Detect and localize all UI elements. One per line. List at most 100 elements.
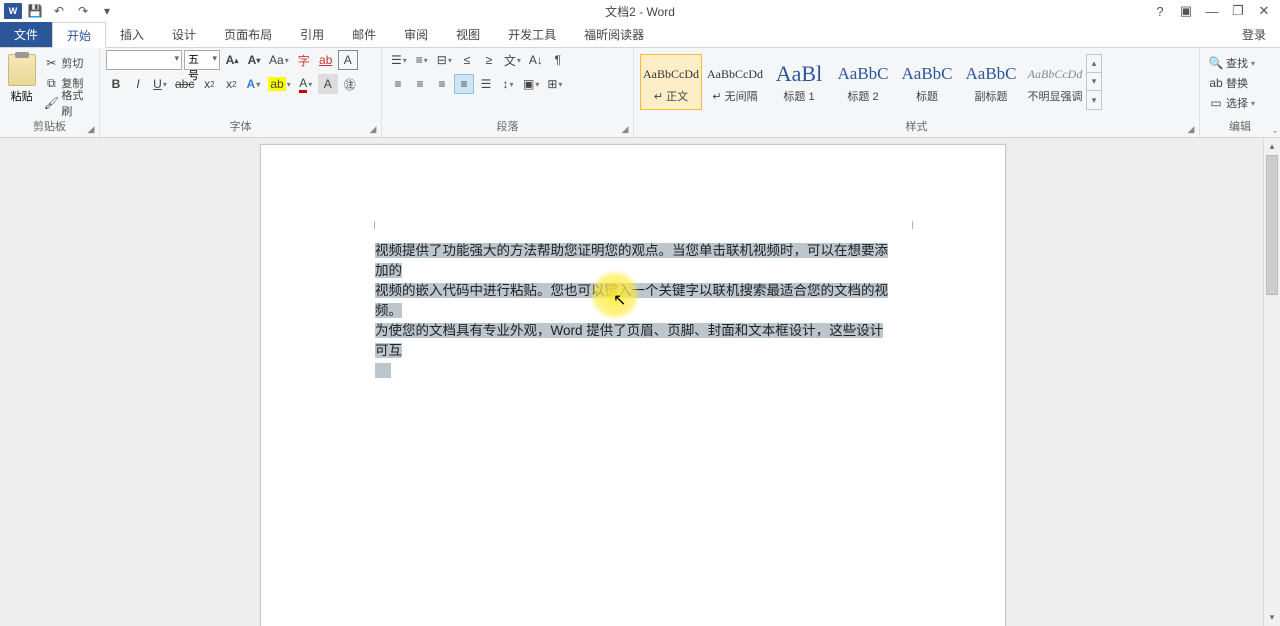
line-spacing-button[interactable]: ↕ <box>498 74 518 94</box>
cut-button[interactable]: ✂剪切 <box>41 54 93 72</box>
minimize-button[interactable]: — <box>1202 1 1222 21</box>
sort-button[interactable]: A↓ <box>526 50 546 70</box>
superscript-button[interactable]: x2 <box>221 74 241 94</box>
close-button[interactable]: ✕ <box>1254 1 1274 21</box>
find-button[interactable]: 🔍查找▾ <box>1206 54 1258 72</box>
character-border-button[interactable]: A <box>338 50 358 70</box>
style-preview: AaBbCcDd <box>707 60 763 88</box>
subscript-button[interactable]: x2 <box>199 74 219 94</box>
scroll-down-button[interactable]: ▾ <box>1264 609 1280 626</box>
vertical-scrollbar[interactable]: ▴ ▾ <box>1263 138 1280 626</box>
grow-font-button[interactable]: A▴ <box>222 50 242 70</box>
scroll-thumb[interactable] <box>1266 155 1278 295</box>
italic-button[interactable]: I <box>128 74 148 94</box>
ribbon-display-options-button[interactable]: ▣ <box>1176 1 1196 21</box>
underline-button[interactable]: U <box>150 74 170 94</box>
replace-button[interactable]: ab替换 <box>1206 74 1258 92</box>
selected-text-line2: 视频的嵌入代码中进行粘贴。您也可以键入一个关键字以联机搜索最适合您的文档的视频。 <box>375 283 888 318</box>
style-item[interactable]: AaBbC标题 2 <box>832 54 894 110</box>
paragraph-group-label: 段落 <box>388 116 627 137</box>
tab-mailings[interactable]: 邮件 <box>338 22 390 47</box>
style-item[interactable]: AaBbCcDd↵ 正文 <box>640 54 702 110</box>
font-size-combobox[interactable]: 五号 <box>184 50 220 70</box>
page[interactable]: 视频提供了功能强大的方法帮助您证明您的观点。当您单击联机视频时，可以在想要添加的… <box>260 144 1006 626</box>
cut-label: 剪切 <box>61 55 83 71</box>
find-icon: 🔍 <box>1209 56 1223 70</box>
font-color-button[interactable]: A <box>296 74 316 94</box>
document-body[interactable]: 视频提供了功能强大的方法帮助您证明您的观点。当您单击联机视频时，可以在想要添加的… <box>375 241 895 381</box>
replace-icon: ab <box>1209 76 1223 90</box>
restore-button[interactable]: ❐ <box>1228 1 1248 21</box>
scroll-up-button[interactable]: ▴ <box>1264 138 1280 155</box>
style-name: 副标题 <box>975 88 1008 104</box>
select-label: 选择 <box>1226 95 1248 111</box>
tab-foxit[interactable]: 福昕阅读器 <box>570 22 658 47</box>
distribute-button[interactable]: ☰ <box>476 74 496 94</box>
tab-developer[interactable]: 开发工具 <box>494 22 570 47</box>
styles-gallery[interactable]: AaBbCcDd↵ 正文AaBbCcDd↵ 无间隔AaBl标题 1AaBbC标题… <box>640 54 1086 110</box>
paragraph-dialog-launcher[interactable]: ◢ <box>619 123 631 135</box>
style-item[interactable]: AaBl标题 1 <box>768 54 830 110</box>
highlight-button[interactable]: ab <box>265 74 293 94</box>
align-center-button[interactable]: ≡ <box>410 74 430 94</box>
help-button[interactable]: ? <box>1150 1 1170 21</box>
ribbon: 粘贴 ✂剪切 ⧉复制 🖌格式刷 剪贴板 ◢ 五号 A▴ A▾ Aa 字 ab A <box>0 48 1280 138</box>
style-item[interactable]: AaBbCcDd不明显强调 <box>1024 54 1086 110</box>
increase-indent-button[interactable]: ≥ <box>479 50 499 70</box>
select-button[interactable]: ▭选择▾ <box>1206 94 1258 112</box>
justify-button[interactable]: ≡ <box>454 74 474 94</box>
tab-layout[interactable]: 页面布局 <box>210 22 286 47</box>
tab-references[interactable]: 引用 <box>286 22 338 47</box>
clear-formatting-button[interactable]: ab <box>316 50 336 70</box>
tab-insert[interactable]: 插入 <box>106 22 158 47</box>
login-link[interactable]: 登录 <box>1228 22 1280 47</box>
enclose-characters-button[interactable]: ㊟ <box>340 74 360 94</box>
show-marks-button[interactable]: ¶ <box>548 50 568 70</box>
borders-button[interactable]: ⊞ <box>544 74 565 94</box>
paste-button[interactable]: 粘贴 <box>6 54 37 104</box>
paste-label: 粘贴 <box>11 88 33 104</box>
redo-button[interactable]: ↷ <box>72 0 94 22</box>
styles-more-button[interactable]: ▴▾▾ <box>1086 54 1102 110</box>
margin-marker-left <box>374 221 375 229</box>
character-shading-button[interactable]: A <box>318 74 338 94</box>
tab-file[interactable]: 文件 <box>0 22 52 47</box>
paste-icon <box>8 54 36 86</box>
styles-dialog-launcher[interactable]: ◢ <box>1185 123 1197 135</box>
clipboard-dialog-launcher[interactable]: ◢ <box>85 123 97 135</box>
align-right-button[interactable]: ≡ <box>432 74 452 94</box>
undo-button[interactable]: ↶ <box>48 0 70 22</box>
text-effects-button[interactable]: A <box>243 74 263 94</box>
style-item[interactable]: AaBbCcDd↵ 无间隔 <box>704 54 766 110</box>
document-area: 视频提供了功能强大的方法帮助您证明您的观点。当您单击联机视频时，可以在想要添加的… <box>0 138 1280 626</box>
style-item[interactable]: AaBbC标题 <box>896 54 958 110</box>
tab-design[interactable]: 设计 <box>158 22 210 47</box>
asian-layout-button[interactable]: 文 <box>501 50 524 70</box>
style-name: 标题 2 <box>847 88 878 104</box>
styles-group-label: 样式 <box>640 116 1193 137</box>
tab-review[interactable]: 审阅 <box>390 22 442 47</box>
format-painter-label: 格式刷 <box>61 87 90 119</box>
tab-home[interactable]: 开始 <box>52 22 106 48</box>
font-dialog-launcher[interactable]: ◢ <box>367 123 379 135</box>
customize-qat-button[interactable]: ▾ <box>96 0 118 22</box>
tab-view[interactable]: 视图 <box>442 22 494 47</box>
align-left-button[interactable]: ≡ <box>388 74 408 94</box>
decrease-indent-button[interactable]: ≤ <box>457 50 477 70</box>
numbering-button[interactable]: ≡ <box>412 50 432 70</box>
change-case-button[interactable]: Aa <box>266 50 292 70</box>
font-name-combobox[interactable] <box>106 50 182 70</box>
save-button[interactable]: 💾 <box>24 0 46 22</box>
style-preview: AaBbC <box>838 60 889 88</box>
format-painter-button[interactable]: 🖌格式刷 <box>41 94 93 112</box>
style-name: 不明显强调 <box>1028 88 1083 104</box>
shading-button[interactable]: ▣ <box>520 74 542 94</box>
style-item[interactable]: AaBbC副标题 <box>960 54 1022 110</box>
phonetic-guide-button[interactable]: 字 <box>294 50 314 70</box>
shrink-font-button[interactable]: A▾ <box>244 50 264 70</box>
multilevel-list-button[interactable]: ⊟ <box>434 50 455 70</box>
title-bar: W 💾 ↶ ↷ ▾ 文档2 - Word ? ▣ — ❐ ✕ <box>0 0 1280 22</box>
bullets-button[interactable]: ☰ <box>388 50 410 70</box>
bold-button[interactable]: B <box>106 74 126 94</box>
style-name: 标题 1 <box>783 88 814 104</box>
